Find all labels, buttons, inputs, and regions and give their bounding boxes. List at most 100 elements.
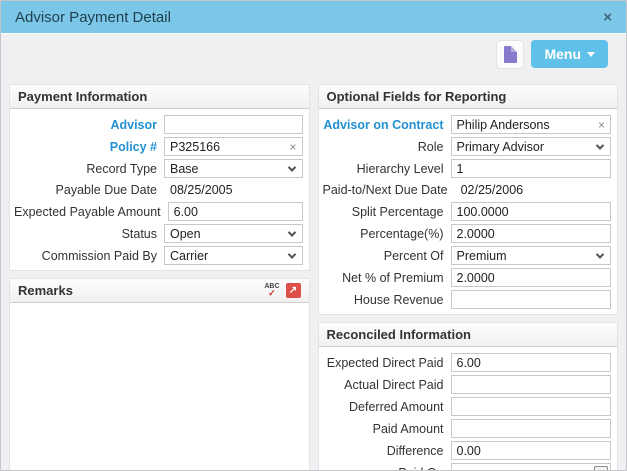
split-percentage-input[interactable] — [450, 202, 611, 221]
dialog-content: Payment Information Advisor Policy # × — [1, 70, 626, 471]
expected-direct-paid-label: Expected Direct Paid — [326, 355, 444, 370]
advisor-row: Advisor — [14, 115, 305, 134]
deferred-amount-row: Deferred Amount — [323, 397, 614, 416]
role-value: Primary Advisor — [456, 139, 545, 154]
policy-clear-icon[interactable]: × — [289, 141, 296, 153]
paid-on-input[interactable] — [450, 463, 611, 470]
hierarchy-level-label: Hierarchy Level — [356, 161, 444, 176]
percent-of-select[interactable]: Premium — [450, 246, 611, 265]
advisor-on-contract-row: Advisor on Contract × — [323, 115, 614, 134]
popout-icon[interactable]: ↗ — [285, 283, 301, 298]
expected-direct-paid-input[interactable] — [450, 353, 611, 372]
deferred-amount-input[interactable] — [450, 397, 611, 416]
commission-paid-by-row: Commission Paid By Carrier — [14, 246, 305, 265]
hierarchy-level-row: Hierarchy Level — [323, 159, 614, 178]
percent-of-label: Percent Of — [383, 248, 444, 263]
left-column: Payment Information Advisor Policy # × — [9, 84, 310, 470]
advisor-label[interactable]: Advisor — [14, 118, 164, 132]
hierarchy-level-input[interactable] — [450, 159, 611, 178]
commission-paid-by-value: Carrier — [170, 248, 209, 263]
chevron-down-icon — [287, 162, 296, 172]
actual-direct-paid-label: Actual Direct Paid — [344, 377, 444, 392]
percentage-label: Percentage(%) — [360, 226, 444, 241]
paid-on-label: Paid On — [323, 466, 451, 471]
record-type-select[interactable]: Base — [164, 159, 303, 178]
remarks-section: Remarks ABC ✓ ↗ — [9, 278, 310, 470]
paid-amount-input[interactable] — [450, 419, 611, 438]
difference-input[interactable] — [450, 441, 611, 460]
net-pct-of-premium-row: Net % of Premium — [323, 268, 614, 287]
difference-row: Difference — [323, 441, 614, 460]
spellcheck-icon[interactable]: ABC ✓ — [264, 283, 279, 298]
expected-direct-paid-row: Expected Direct Paid — [323, 353, 614, 372]
close-icon[interactable]: × — [603, 10, 612, 25]
payment-information-section: Payment Information Advisor Policy # × — [9, 84, 310, 271]
advisor-payment-detail-dialog: Advisor Payment Detail × Menu Payment In… — [0, 0, 627, 471]
chevron-down-icon — [595, 140, 605, 150]
payable-due-date-value: 08/25/2005 — [170, 183, 233, 197]
payment-information-header: Payment Information — [10, 85, 309, 109]
record-type-row: Record Type Base — [14, 159, 305, 178]
reconciled-information-section: Reconciled Information Expected Direct P… — [317, 322, 618, 471]
advisor-on-contract-label[interactable]: Advisor on Contract — [323, 118, 451, 132]
record-type-value: Base — [170, 161, 199, 176]
optional-fields-body: Advisor on Contract × Role Primary Advis… — [319, 109, 618, 314]
reconciled-information-body: Expected Direct Paid Actual Direct Paid … — [319, 347, 618, 471]
paid-amount-label: Paid Amount — [372, 421, 444, 436]
dialog-title: Advisor Payment Detail — [15, 8, 171, 26]
policy-row: Policy # × — [14, 137, 305, 156]
split-percentage-label: Split Percentage — [351, 204, 444, 219]
commission-paid-by-select[interactable]: Carrier — [164, 246, 303, 265]
right-column: Optional Fields for Reporting Advisor on… — [317, 84, 618, 471]
menu-caret-icon — [587, 51, 595, 57]
chevron-down-icon — [595, 249, 605, 259]
dialog-titlebar: Advisor Payment Detail × — [1, 1, 626, 34]
optional-fields-header: Optional Fields for Reporting — [318, 85, 617, 109]
remarks-title: Remarks — [18, 283, 73, 298]
remarks-icons: ABC ✓ ↗ — [264, 283, 301, 298]
advisor-input[interactable] — [164, 115, 303, 134]
role-label: Role — [417, 139, 444, 154]
house-revenue-input[interactable] — [450, 290, 611, 309]
actual-direct-paid-input[interactable] — [450, 375, 611, 394]
split-percentage-row: Split Percentage — [323, 202, 614, 221]
chevron-down-icon — [287, 227, 296, 237]
paid-to-next-due-date-value: 02/25/2006 — [460, 183, 524, 197]
policy-input[interactable] — [164, 137, 303, 156]
net-pct-of-premium-input[interactable] — [450, 268, 611, 287]
remarks-textarea[interactable] — [10, 303, 309, 470]
difference-label: Difference — [386, 443, 444, 458]
paid-to-next-due-date-row: Paid-to/Next Due Date 02/25/2006 — [323, 181, 614, 199]
expected-payable-amount-label: Expected Payable Amount — [14, 204, 161, 219]
percentage-input[interactable] — [450, 224, 611, 243]
spellcheck-check-mark: ✓ — [268, 288, 276, 298]
percentage-row: Percentage(%) — [323, 224, 614, 243]
payment-information-body: Advisor Policy # × Record Type — [10, 109, 309, 270]
status-select[interactable]: Open — [164, 224, 303, 243]
document-button[interactable] — [496, 39, 525, 69]
advisor-on-contract-input[interactable] — [450, 115, 611, 134]
status-row: Status Open — [14, 224, 305, 243]
actual-direct-paid-row: Actual Direct Paid — [323, 375, 614, 394]
paid-amount-row: Paid Amount — [323, 419, 614, 438]
advisor-on-contract-clear-icon[interactable]: × — [598, 119, 605, 131]
optional-fields-section: Optional Fields for Reporting Advisor on… — [317, 84, 618, 315]
status-value: Open — [170, 226, 201, 241]
role-row: Role Primary Advisor — [323, 137, 614, 156]
menu-button-label: Menu — [544, 46, 581, 62]
record-type-label: Record Type — [86, 161, 157, 176]
paid-to-next-due-date-label: Paid-to/Next Due Date — [322, 183, 448, 197]
document-icon — [503, 45, 517, 63]
policy-label[interactable]: Policy # — [14, 140, 164, 154]
expected-payable-amount-row: Expected Payable Amount — [14, 202, 305, 221]
dialog-toolbar: Menu — [1, 34, 626, 70]
house-revenue-row: House Revenue — [323, 290, 614, 309]
house-revenue-label: House Revenue — [353, 292, 444, 307]
role-select[interactable]: Primary Advisor — [450, 137, 611, 156]
expected-payable-amount-input[interactable] — [167, 202, 303, 221]
calendar-icon[interactable]: 17 — [594, 465, 608, 470]
reconciled-information-header: Reconciled Information — [318, 323, 617, 347]
payable-due-date-row: Payable Due Date 08/25/2005 — [14, 181, 305, 199]
commission-paid-by-label: Commission Paid By — [41, 248, 157, 263]
menu-button[interactable]: Menu — [531, 40, 608, 68]
